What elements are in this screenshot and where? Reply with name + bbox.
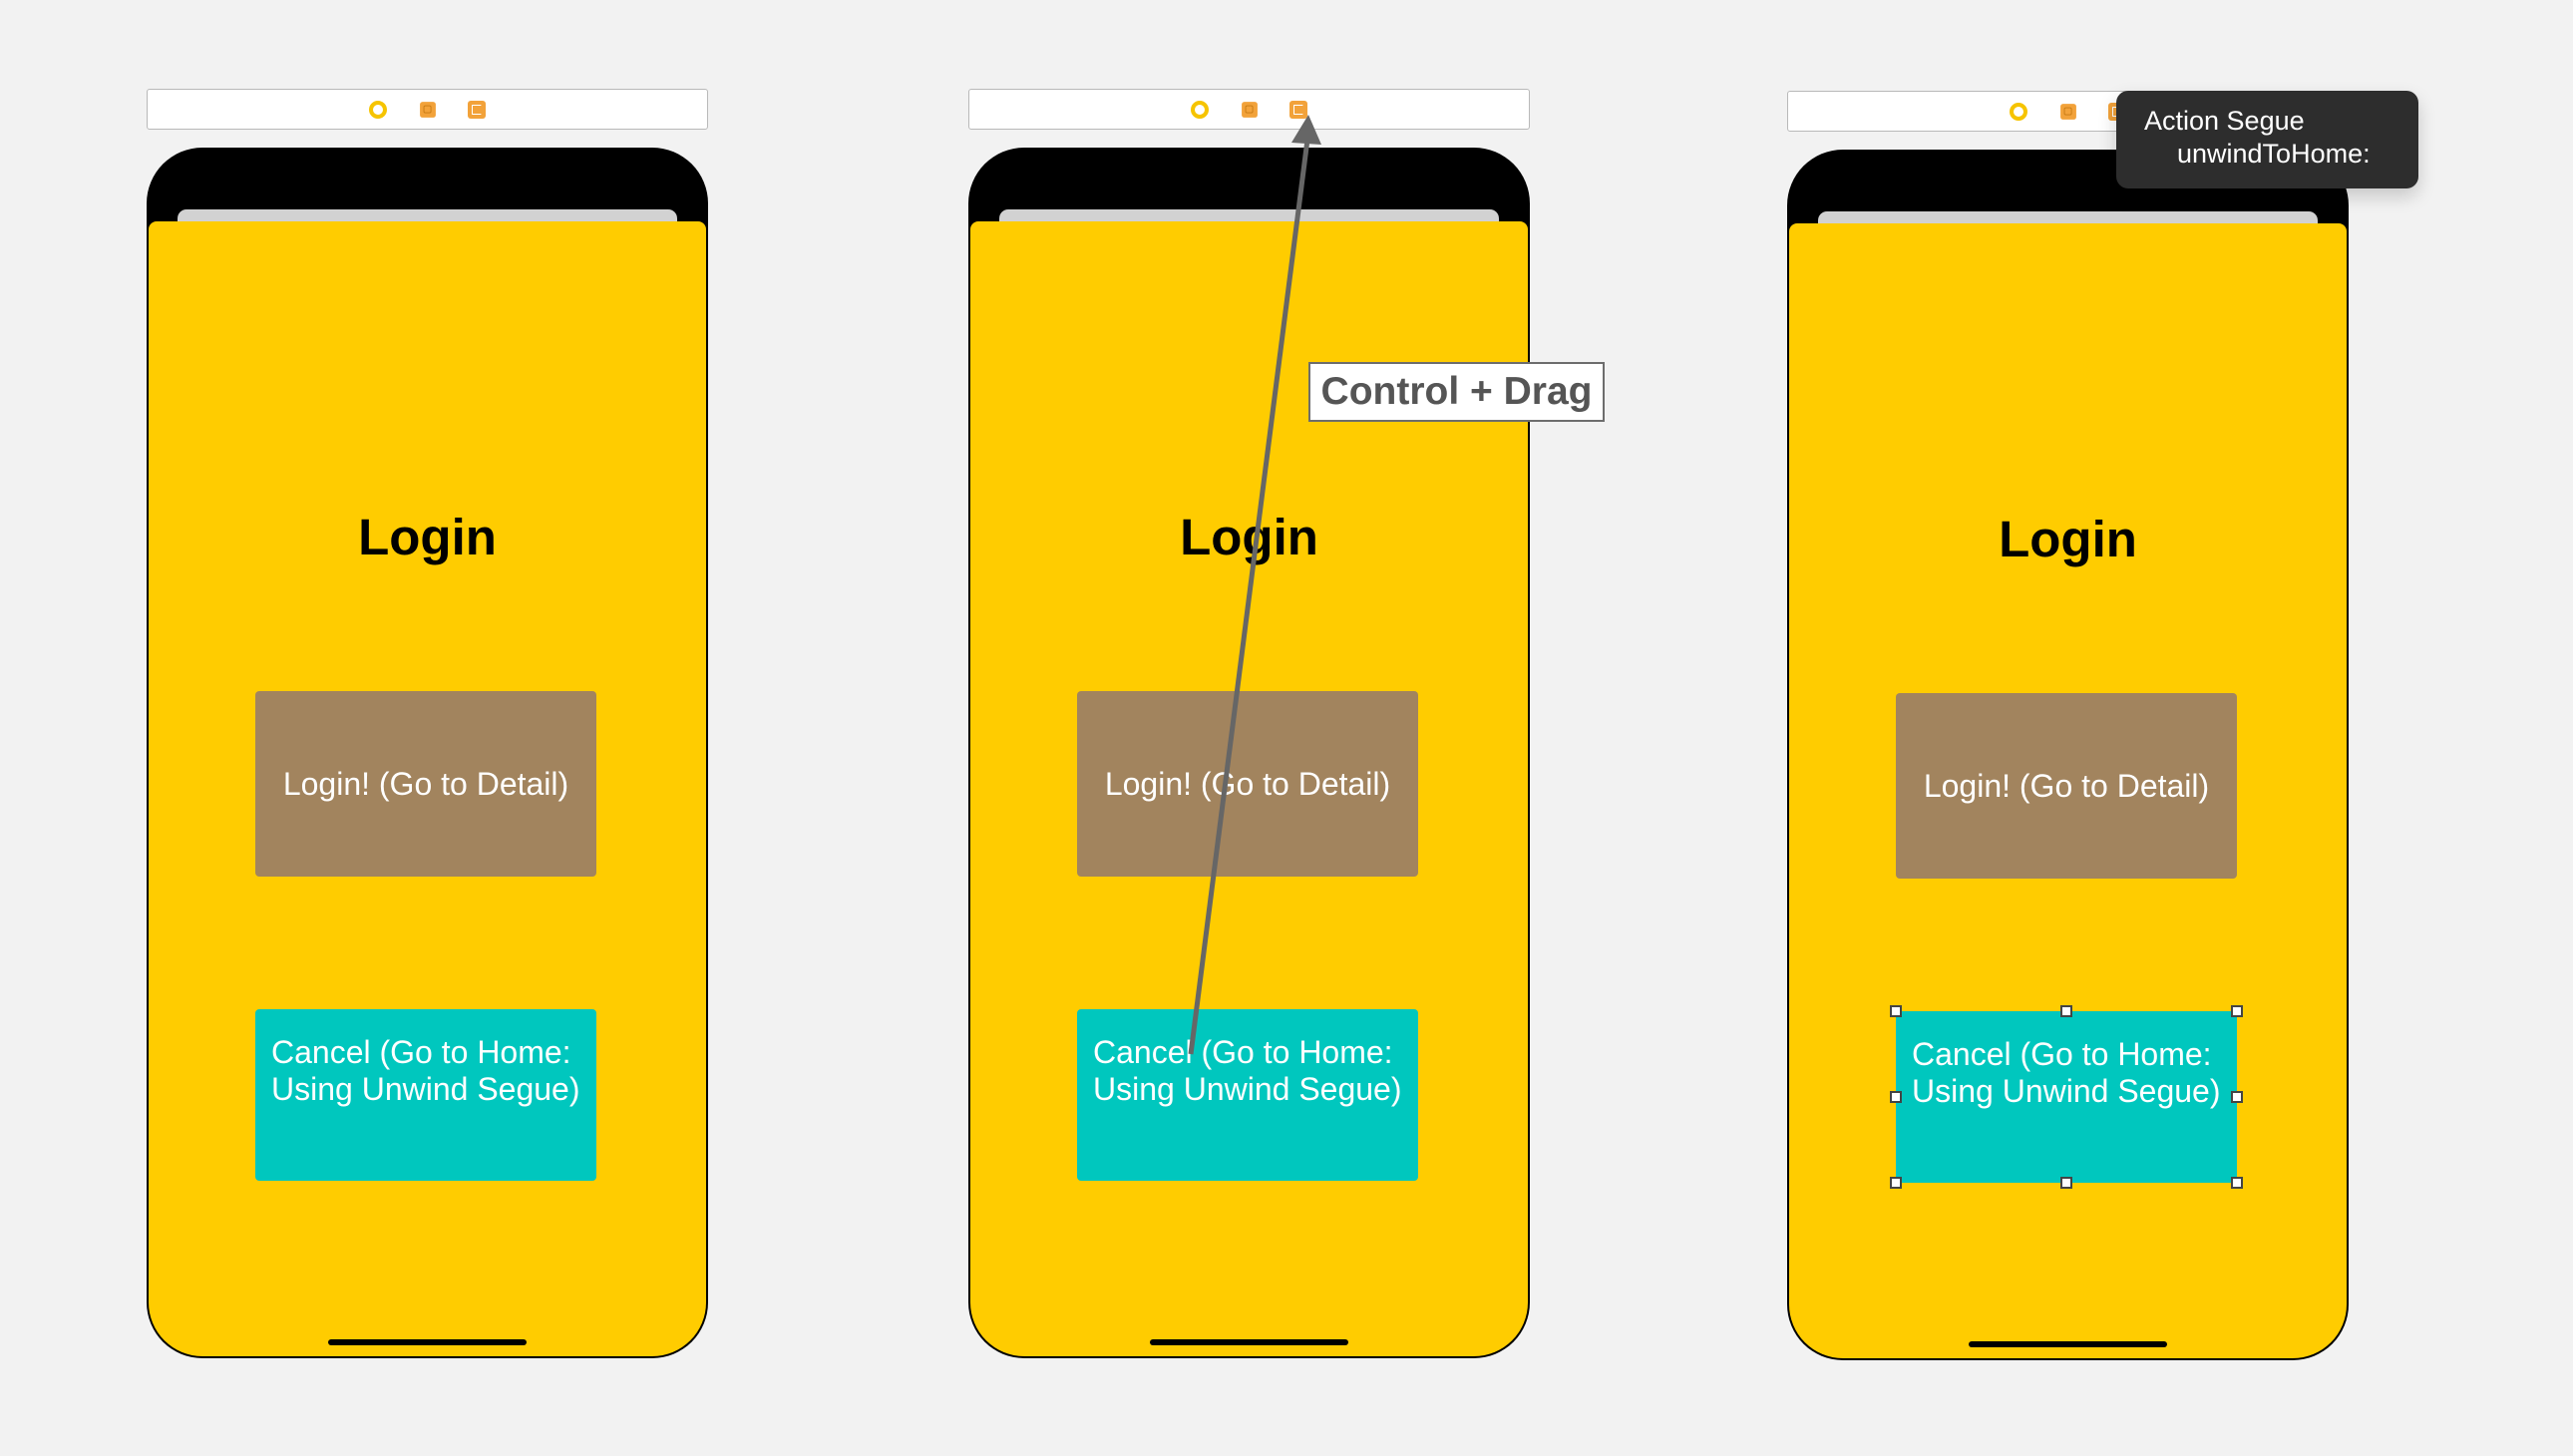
cancel-button[interactable]: Cancel (Go to Home: Using Unwind Segue) xyxy=(1896,1011,2237,1183)
view-controller-icon[interactable] xyxy=(2010,103,2027,121)
selection-handle-left[interactable] xyxy=(1890,1091,1902,1103)
scene-dock xyxy=(147,89,708,130)
phone-frame: Login Login! (Go to Detail) Cancel (Go t… xyxy=(147,148,708,1358)
page-title: Login xyxy=(1180,509,1318,565)
selection-handle-top-right[interactable] xyxy=(2231,1005,2243,1017)
exit-icon[interactable] xyxy=(1289,101,1307,119)
unwind-to-home-option[interactable]: unwindToHome: xyxy=(2144,138,2418,171)
scene-2: Login Login! (Go to Detail) Cancel (Go t… xyxy=(966,0,1533,1454)
exit-icon[interactable] xyxy=(468,101,486,119)
selection-handle-right[interactable] xyxy=(2231,1091,2243,1103)
selection-handle-bottom-right[interactable] xyxy=(2231,1177,2243,1189)
login-button[interactable]: Login! (Go to Detail) xyxy=(255,691,596,877)
selection-handle-bottom[interactable] xyxy=(2060,1177,2072,1189)
control-drag-label: Control + Drag xyxy=(1308,362,1605,422)
home-indicator xyxy=(1969,1341,2167,1347)
action-segue-popup[interactable]: Action Segue unwindToHome: xyxy=(2116,91,2418,188)
cancel-button[interactable]: Cancel (Go to Home: Using Unwind Segue) xyxy=(1077,1009,1418,1181)
home-indicator xyxy=(1150,1339,1348,1345)
cancel-button[interactable]: Cancel (Go to Home: Using Unwind Segue) xyxy=(255,1009,596,1181)
selection-handle-bottom-left[interactable] xyxy=(1890,1177,1902,1189)
page-title: Login xyxy=(1999,511,2137,567)
phone-frame: Login Login! (Go to Detail) Cancel (Go t… xyxy=(968,148,1530,1358)
login-screen: Login Login! (Go to Detail) Cancel (Go t… xyxy=(149,221,706,1356)
scene-1: Login Login! (Go to Detail) Cancel (Go t… xyxy=(145,0,711,1454)
scene-dock xyxy=(968,89,1530,130)
view-controller-icon[interactable] xyxy=(1191,101,1209,119)
phone-frame: Login Login! (Go to Detail) Cancel (Go t… xyxy=(1787,150,2349,1360)
page-title: Login xyxy=(358,509,497,565)
view-controller-icon[interactable] xyxy=(369,101,387,119)
home-indicator xyxy=(328,1339,527,1345)
selection-handle-top[interactable] xyxy=(2060,1005,2072,1017)
login-button[interactable]: Login! (Go to Detail) xyxy=(1077,691,1418,877)
popup-title: Action Segue xyxy=(2144,106,2305,136)
first-responder-icon[interactable] xyxy=(1242,102,1258,118)
selection-handle-top-left[interactable] xyxy=(1890,1005,1902,1017)
first-responder-icon[interactable] xyxy=(2060,104,2076,120)
login-screen: Login Login! (Go to Detail) Cancel (Go t… xyxy=(1789,223,2347,1358)
first-responder-icon[interactable] xyxy=(420,102,436,118)
login-button[interactable]: Login! (Go to Detail) xyxy=(1896,693,2237,879)
scene-3: Login Login! (Go to Detail) Cancel (Go t… xyxy=(1785,2,2352,1456)
